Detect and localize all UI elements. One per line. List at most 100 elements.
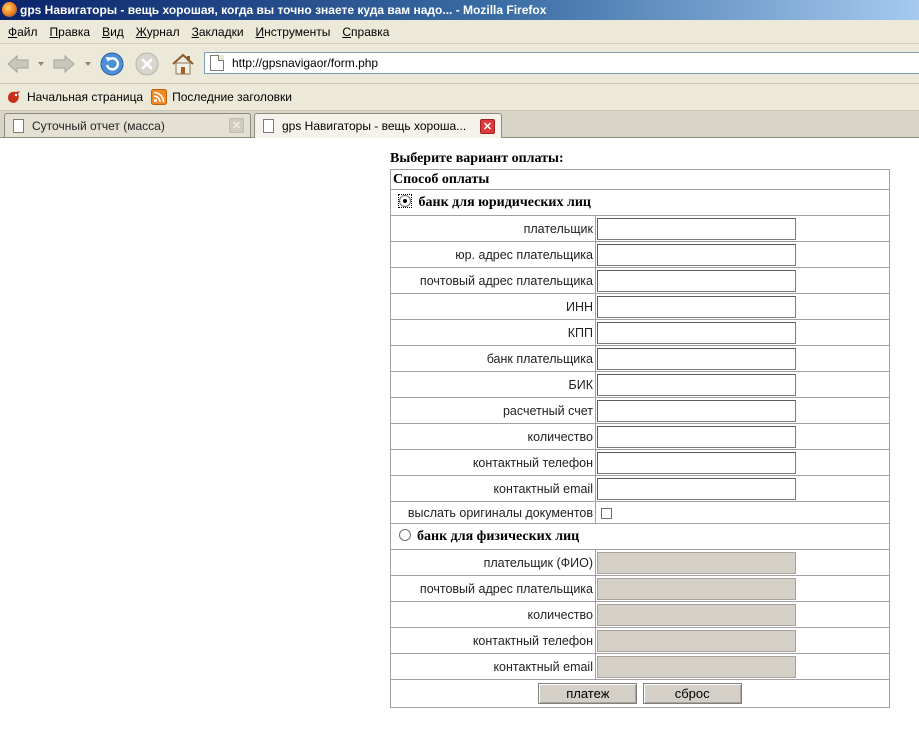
menu-bar: Файл Правка Вид Журнал Закладки Инструме… — [0, 20, 919, 44]
field-label: количество — [390, 601, 596, 628]
send-originals-label: выслать оригиналы документов — [390, 501, 596, 524]
inn-input[interactable] — [597, 295, 796, 318]
field-label: КПП — [390, 319, 596, 346]
bookmark-label: Начальная страница — [27, 90, 144, 104]
individual-phone-input[interactable] — [597, 629, 796, 652]
legal-entity-option[interactable]: банк для юридических лиц — [390, 189, 890, 216]
form-row: банк плательщика — [390, 345, 890, 372]
field-label: банк плательщика — [390, 345, 596, 372]
menu-tools[interactable]: Инструменты — [250, 25, 337, 39]
form-row: ИНН — [390, 293, 890, 320]
navigation-toolbar: http://gpsnavigaor/form.php — [0, 44, 919, 84]
field-label: юр. адрес плательщика — [390, 241, 596, 268]
field-label: контактный телефон — [390, 449, 596, 476]
form-heading: Выберите вариант оплаты: — [390, 151, 564, 166]
bookmark-home-page[interactable]: Начальная страница — [6, 89, 143, 105]
payer-input[interactable] — [597, 217, 796, 240]
menu-edit[interactable]: Правка — [44, 25, 97, 39]
bookmark-label: Последние заголовки — [172, 90, 292, 104]
form-row: количество — [390, 423, 890, 450]
menu-bookmarks[interactable]: Закладки — [186, 25, 250, 39]
quantity-input[interactable] — [597, 425, 796, 448]
address-url[interactable]: http://gpsnavigaor/form.php — [232, 56, 378, 70]
close-icon[interactable]: ✕ — [229, 118, 244, 133]
back-button[interactable] — [4, 50, 32, 78]
page-icon — [210, 55, 224, 71]
bookmarks-toolbar: Начальная страница Последние заголовки — [0, 84, 919, 111]
menu-file[interactable]: Файл — [2, 25, 44, 39]
menu-view[interactable]: Вид — [96, 25, 130, 39]
field-label: плательщик — [390, 215, 596, 242]
menu-help[interactable]: Справка — [336, 25, 395, 39]
legal-entity-label: банк для юридических лиц — [418, 195, 591, 210]
payment-form-table: Способ оплаты банк для юридических лиц п… — [390, 169, 890, 708]
individual-label: банк для физических лиц — [417, 528, 580, 544]
form-row: выслать оригиналы документов — [390, 501, 890, 524]
bookmark-latest-headlines[interactable]: Последние заголовки — [151, 89, 292, 105]
individual-option[interactable]: банк для физических лиц — [390, 523, 890, 550]
home-icon — [172, 53, 194, 75]
forward-button[interactable] — [50, 50, 78, 78]
account-number-input[interactable] — [597, 399, 796, 422]
send-originals-checkbox[interactable] — [601, 507, 612, 519]
individual-radio[interactable] — [399, 528, 411, 541]
field-label: контактный телефон — [390, 627, 596, 654]
field-label: ИНН — [390, 293, 596, 320]
reset-button[interactable]: сброс — [642, 683, 742, 704]
field-label: расчетный счет — [390, 397, 596, 424]
address-bar[interactable]: http://gpsnavigaor/form.php — [204, 52, 919, 74]
tab-title: gps Навигаторы - вещь хороша... — [282, 119, 467, 133]
individual-payer-input[interactable] — [597, 551, 796, 574]
rss-feed-icon — [151, 89, 168, 105]
email-input[interactable] — [597, 477, 796, 500]
form-row: почтовый адрес плательщика — [390, 575, 890, 602]
field-label: почтовый адрес плательщика — [390, 267, 596, 294]
individual-email-input[interactable] — [597, 655, 796, 678]
submit-payment-button[interactable]: платеж — [538, 683, 638, 704]
payer-bank-input[interactable] — [597, 347, 796, 370]
form-row: плательщик (ФИО) — [390, 549, 890, 576]
individual-quantity-input[interactable] — [597, 603, 796, 626]
close-icon[interactable]: ✕ — [480, 118, 495, 134]
forward-history-chevron-icon[interactable] — [84, 61, 92, 67]
window-titlebar: gps Навигаторы - вещь хорошая, когда вы … — [0, 0, 919, 20]
field-label: контактный email — [390, 653, 596, 680]
bik-input[interactable] — [597, 373, 796, 396]
phone-input[interactable] — [597, 451, 796, 474]
stop-button[interactable] — [133, 50, 161, 78]
field-label: контактный email — [390, 475, 596, 502]
form-row: контактный email — [390, 653, 890, 680]
page-icon — [13, 118, 24, 133]
tab-daily-report[interactable]: Суточный отчет (масса) ✕ — [4, 113, 251, 137]
window-title: gps Навигаторы - вещь хорошая, когда вы … — [20, 3, 547, 17]
forward-arrow-icon — [53, 54, 75, 74]
page-content: Выберите вариант оплаты: Способ оплаты б… — [0, 138, 919, 731]
legal-entity-radio[interactable] — [399, 195, 411, 207]
field-label: плательщик (ФИО) — [390, 549, 596, 576]
postal-address-input[interactable] — [597, 269, 796, 292]
menu-history[interactable]: Журнал — [130, 25, 186, 39]
firefox-bookmark-icon — [8, 91, 20, 103]
reload-icon — [100, 52, 124, 76]
payment-method-header: Способ оплаты — [390, 169, 890, 190]
tab-gps-navigators[interactable]: gps Навигаторы - вещь хороша... ✕ — [254, 113, 502, 138]
stop-icon — [135, 52, 159, 76]
kpp-input[interactable] — [597, 321, 796, 344]
form-row: контактный телефон — [390, 449, 890, 476]
legal-address-input[interactable] — [597, 243, 796, 266]
home-button[interactable] — [169, 50, 197, 78]
form-row: контактный email — [390, 475, 890, 502]
tab-title: Суточный отчет (масса) — [32, 118, 165, 133]
back-history-chevron-icon[interactable] — [37, 61, 45, 67]
field-label: почтовый адрес плательщика — [390, 575, 596, 602]
back-arrow-icon — [7, 54, 29, 74]
field-label: БИК — [390, 371, 596, 398]
tab-strip: Суточный отчет (масса) ✕ gps Навигаторы … — [0, 111, 919, 138]
form-row: количество — [390, 601, 890, 628]
page-icon — [263, 119, 274, 133]
reload-button[interactable] — [98, 50, 126, 78]
individual-postal-address-input[interactable] — [597, 577, 796, 600]
field-label: количество — [390, 423, 596, 450]
form-row: почтовый адрес плательщика — [390, 267, 890, 294]
form-row: КПП — [390, 319, 890, 346]
